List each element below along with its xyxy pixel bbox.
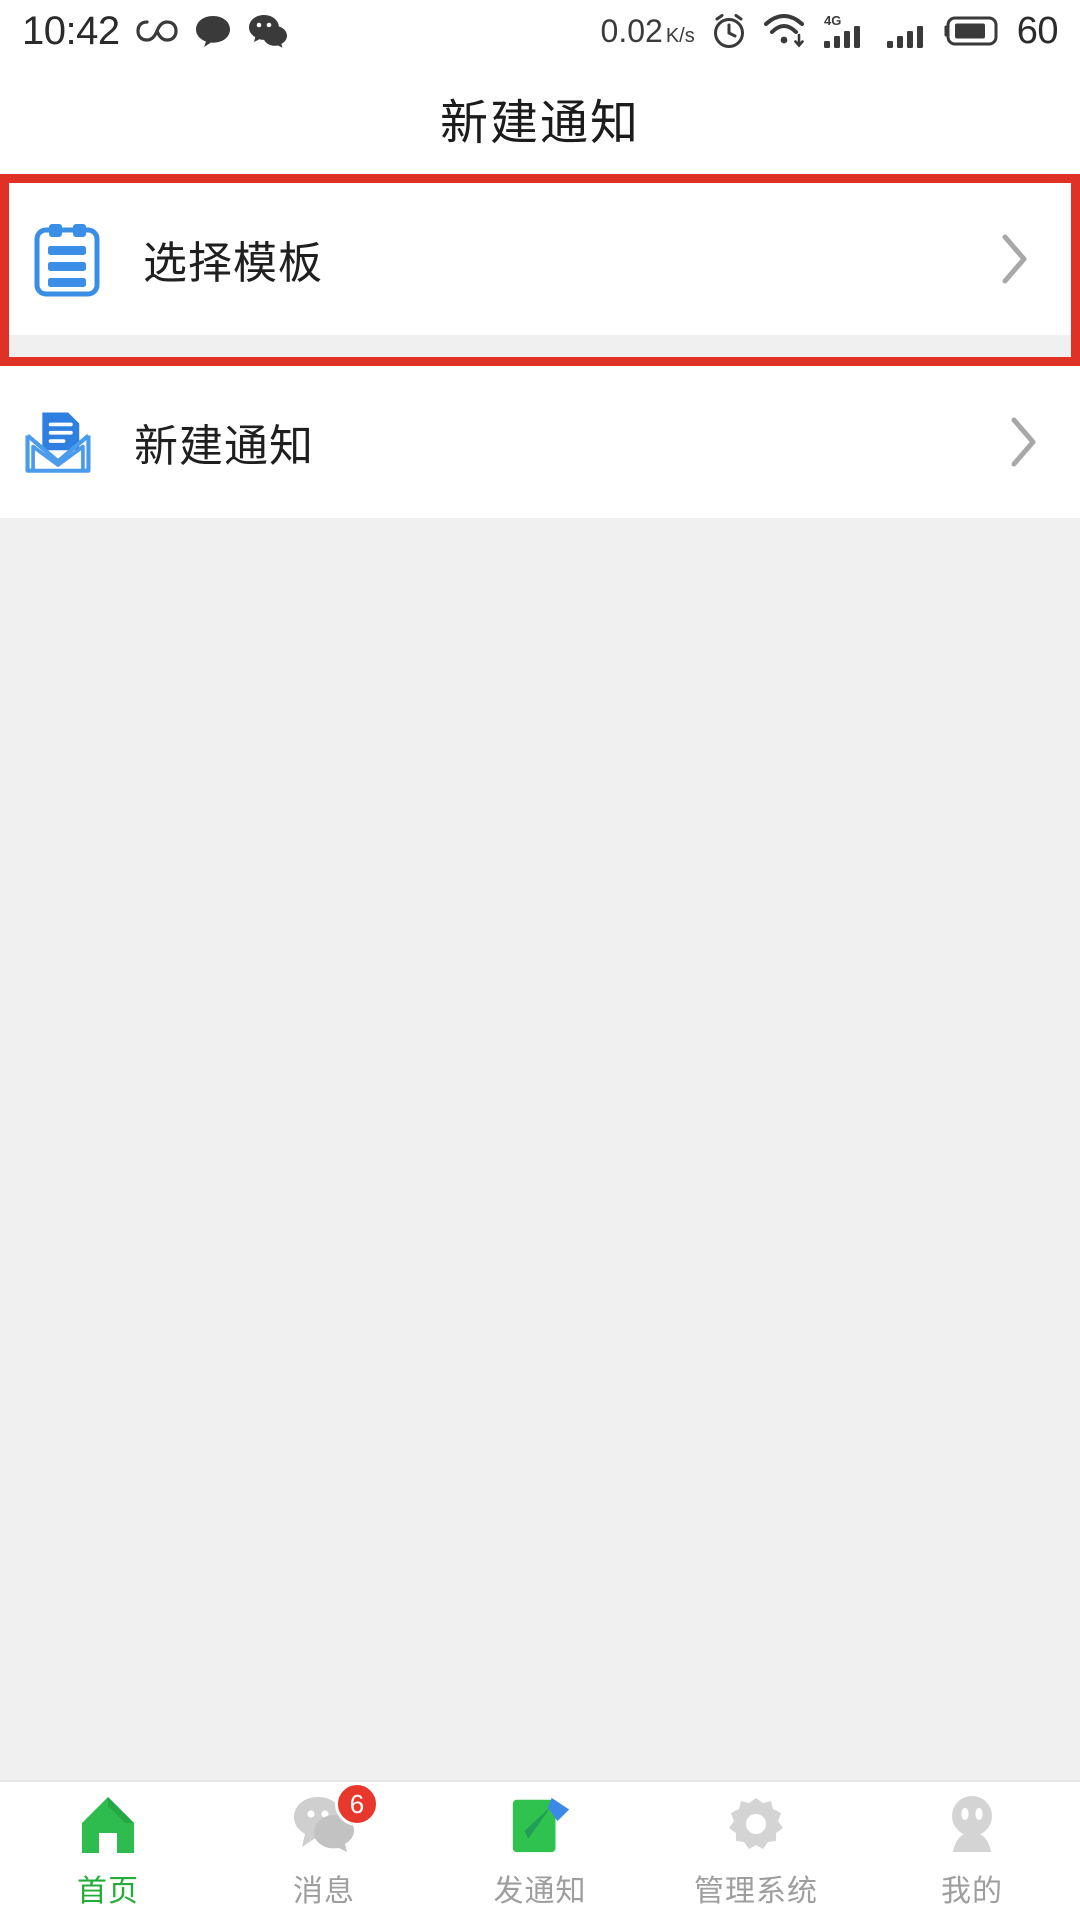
infinity-icon [136,16,178,46]
person-icon [939,1792,1005,1858]
home-icon [75,1792,141,1858]
tab-label: 消息 [293,1875,355,1908]
network-speed-value: 0.02 [600,12,663,49]
chevron-right-icon[interactable] [1002,417,1046,467]
list-item-label: 选择模板 [143,239,323,288]
phone-screen: 10:42 0.02 K/s 4G 60 新建通知 选择模板 新建通知 首页 6… [0,0,1080,1920]
tab-messages[interactable]: 6 消息 [216,1782,432,1920]
content-empty-area [0,518,1080,1780]
signal-4g-icon: 4G [822,12,870,50]
tab-label: 我的 [941,1875,1003,1908]
tab-label: 首页 [77,1875,139,1908]
message-badge: 6 [335,1782,379,1826]
tab-management-system[interactable]: 管理系统 [648,1782,864,1920]
status-bar: 10:42 0.02 K/s 4G 60 [0,0,1080,62]
status-bar-left: 10:42 [22,11,288,51]
tab-label: 发通知 [493,1875,587,1908]
network-speed: 0.02 K/s [601,13,695,50]
send-notice-icon [507,1792,573,1858]
list-gap [9,335,1071,357]
status-time: 10:42 [22,9,120,53]
svg-text:4G: 4G [824,13,841,28]
list-area: 选择模板 新建通知 [0,174,1080,518]
chat-bubble-icon [194,14,232,48]
network-speed-unit: K/s [665,24,695,47]
wifi-icon [763,13,807,49]
list-item-label: 新建通知 [134,422,314,471]
signal-icon [885,12,929,50]
battery-icon [944,14,1002,48]
message-icon: 6 [291,1782,379,1858]
gear-icon [723,1792,789,1858]
bottom-tab-bar: 首页 6 消息 发通知 管理系统 我的 [0,1780,1080,1920]
page-title: 新建通知 [439,97,640,150]
tab-home[interactable]: 首页 [0,1782,216,1920]
highlight-box: 选择模板 [0,174,1080,366]
title-bar: 新建通知 [0,62,1080,174]
tab-send-notice[interactable]: 发通知 [432,1782,648,1920]
tab-mine[interactable]: 我的 [864,1782,1080,1920]
clipboard-icon [31,223,103,297]
tab-label: 管理系统 [694,1875,818,1908]
list-item-new-notice[interactable]: 新建通知 [0,366,1080,518]
alarm-clock-icon [710,12,748,50]
battery-percent: 60 [1016,10,1059,52]
list-item-select-template[interactable]: 选择模板 [9,183,1071,335]
wechat-icon [248,14,288,48]
status-bar-right: 0.02 K/s 4G 60 [601,10,1059,52]
envelope-document-icon [22,406,94,478]
chevron-right-icon[interactable] [993,234,1037,284]
